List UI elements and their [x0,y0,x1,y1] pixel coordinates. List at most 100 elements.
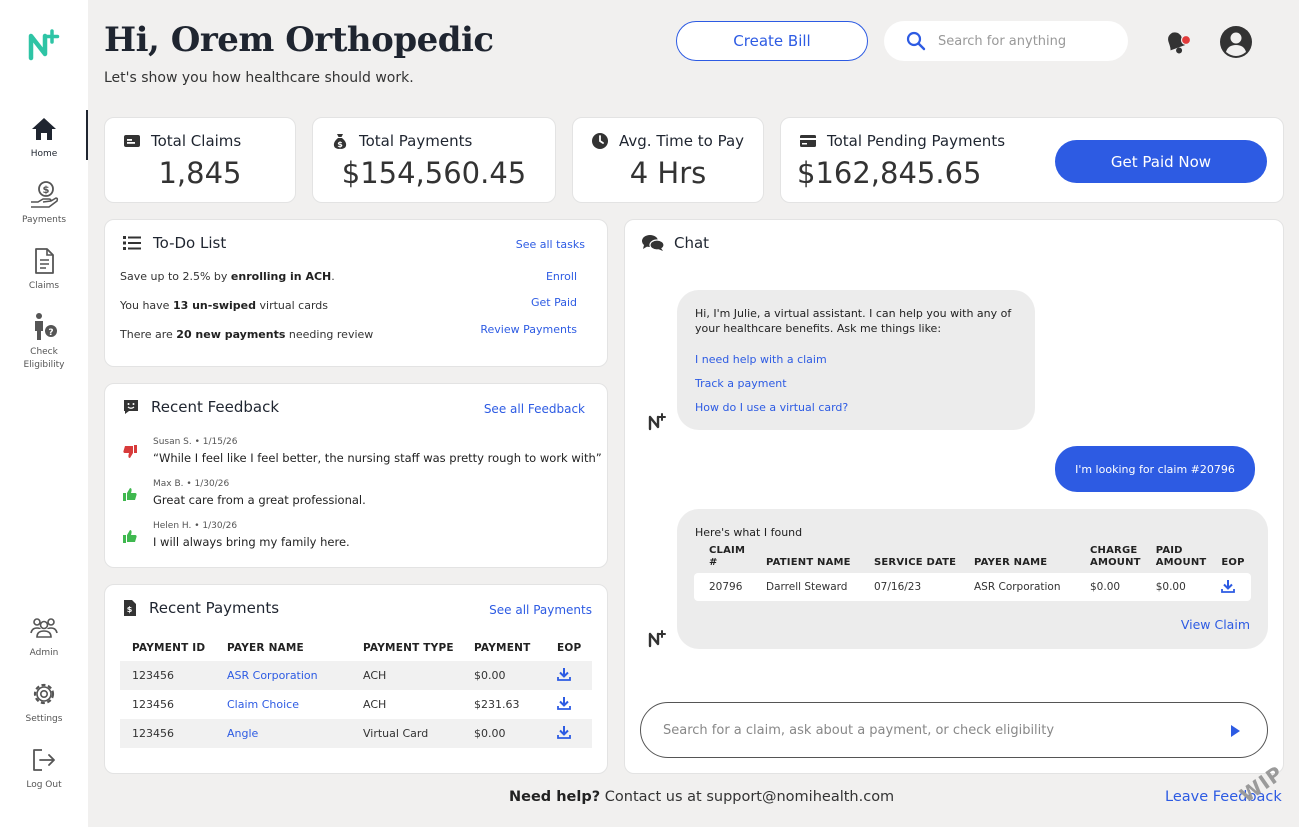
sidebar-item-home[interactable]: Home [0,110,88,161]
download-icon[interactable] [557,667,571,681]
chat-input[interactable] [663,722,1203,738]
stat-total-payments: $ Total Payments $154,560.45 [312,117,556,203]
page-title: Hi, Orem Orthopedic [104,20,494,60]
admin-icon [30,618,58,638]
thumbs-up-icon [123,530,137,543]
svg-text:$: $ [337,140,343,149]
check-eligibility-icon: ? [35,313,57,340]
sidebar-item-label: Settings [25,714,63,724]
view-claim-link[interactable]: View Claim [1181,617,1250,632]
sidebar-item-label: Check [30,347,58,357]
svg-text:?: ? [48,328,53,338]
feedback-icon [124,400,138,414]
bot-message: Hi, I'm Julie, a virtual assistant. I ca… [677,290,1035,430]
credit-card-icon [800,135,816,147]
sidebar-item-settings[interactable]: Settings [0,679,88,726]
search-input[interactable] [938,33,1118,49]
payments-title: Recent Payments [149,599,280,617]
user-avatar-icon[interactable] [1219,25,1253,59]
enroll-link[interactable]: Enroll [546,270,577,283]
payments-icon: $ [31,181,59,208]
svg-text:$: $ [43,185,50,196]
sidebar-item-payments[interactable]: $ Payments [0,180,88,227]
stat-label-text: Avg. Time to Pay [619,132,745,150]
sidebar-item-logout[interactable]: Log Out [0,745,88,792]
get-paid-now-button[interactable]: Get Paid Now [1055,140,1267,183]
stat-label-text: Total Pending Payments [827,132,1006,150]
page-subtitle: Let's show you how healthcare should wor… [104,70,414,86]
payer-link[interactable]: Angle [227,727,258,740]
sidebar-item-label: Home [30,149,58,159]
download-icon[interactable] [557,696,571,710]
table-row: 123456 ASR Corporation ACH $0.00 [120,661,592,690]
sidebar-item-claims[interactable]: Claims [0,246,88,293]
sidebar-item-admin[interactable]: Admin [0,613,88,660]
get-paid-link[interactable]: Get Paid [531,296,577,309]
send-icon[interactable] [1229,724,1241,738]
feedback-card: Recent Feedback See all Feedback Susan S… [104,383,608,568]
nomi-logo[interactable] [27,28,61,62]
suggestion-link[interactable]: How do I use a virtual card? [695,401,848,414]
payer-link[interactable]: Claim Choice [227,698,299,711]
download-icon[interactable] [1221,579,1236,593]
stat-label-text: Total Payments [359,132,473,150]
stat-value: 4 Hrs [629,156,707,190]
stat-total-claims: Total Claims 1,845 [104,117,296,203]
money-bag-icon: $ [333,134,347,149]
todo-item: You have 13 un-swiped virtual cards Get … [120,296,577,312]
clock-icon [592,133,608,149]
chat-icon [642,235,664,251]
stat-label-text: Total Claims [151,132,242,150]
create-bill-button[interactable]: Create Bill [676,21,868,61]
stat-avg-time: Avg. Time to Pay 4 Hrs [572,117,764,203]
claim-table: CLAIM # PATIENT NAME SERVICE DATE PAYER … [694,545,1251,601]
todo-title: To-Do List [153,234,227,252]
global-search[interactable] [884,21,1128,61]
payments-table: PAYMENT ID PAYER NAME PAYMENT TYPE PAYME… [120,635,592,748]
chat-card: Chat Hi, I'm Julie, a virtual assistant.… [624,219,1284,774]
todo-item: There are 20 new payments needing review… [120,323,577,341]
thumbs-down-icon [123,445,137,458]
stat-pending-payments: Total Pending Payments $162,845.65 Get P… [780,117,1284,203]
sidebar-item-label: Log Out [26,780,62,790]
recent-payments-card: $ Recent Payments See all Payments PAYME… [104,584,608,774]
feedback-title: Recent Feedback [151,398,280,416]
review-payments-link[interactable]: Review Payments [480,323,577,336]
payer-link[interactable]: ASR Corporation [227,669,318,682]
see-all-tasks-link[interactable]: See all tasks [516,238,585,251]
search-icon [906,31,926,51]
bot-avatar-icon [648,413,666,431]
sidebar-item-label-2: Eligibility [23,360,65,370]
table-row: 20796 Darrell Steward 07/16/23 ASR Corpo… [694,573,1251,601]
thumbs-up-icon [123,488,137,501]
todo-item: Save up to 2.5% by enrolling in ACH. Enr… [120,270,577,283]
gear-icon [33,683,55,705]
home-icon [32,118,56,140]
list-icon [123,236,141,250]
invoice-icon: $ [124,600,136,616]
todo-card: To-Do List See all tasks Save up to 2.5%… [104,219,608,367]
table-row: 123456 Claim Choice ACH $231.63 [120,690,592,719]
claims-icon [35,248,54,274]
bot-claim-result: Here's what I found CLAIM # PATIENT NAME… [677,509,1268,649]
suggestion-link[interactable]: Track a payment [695,377,787,390]
user-message: I'm looking for claim #20796 [1055,446,1255,492]
svg-text:$: $ [127,605,133,614]
logout-icon [33,749,55,771]
stat-value: 1,845 [158,156,242,190]
sidebar-item-check-eligibility[interactable]: ? Check Eligibility [0,312,88,372]
sidebar: Home $ Payments Claims ? Check Eligibili… [0,0,88,827]
suggestion-link[interactable]: I need help with a claim [695,353,827,366]
sidebar-item-label: Claims [28,281,60,291]
bot-avatar-icon [648,630,666,648]
chat-title: Chat [674,234,710,252]
main-content: Hi, Orem Orthopedic Let's show you how h… [88,0,1299,827]
notification-bell-icon[interactable] [1160,26,1194,58]
see-all-payments-link[interactable]: See all Payments [489,603,592,617]
chat-input-box[interactable] [640,702,1268,758]
download-icon[interactable] [557,725,571,739]
sidebar-item-label: Payments [21,215,67,225]
see-all-feedback-link[interactable]: See all Feedback [484,402,585,416]
stat-value: $154,560.45 [341,156,527,190]
table-row: 123456 Angle Virtual Card $0.00 [120,719,592,748]
